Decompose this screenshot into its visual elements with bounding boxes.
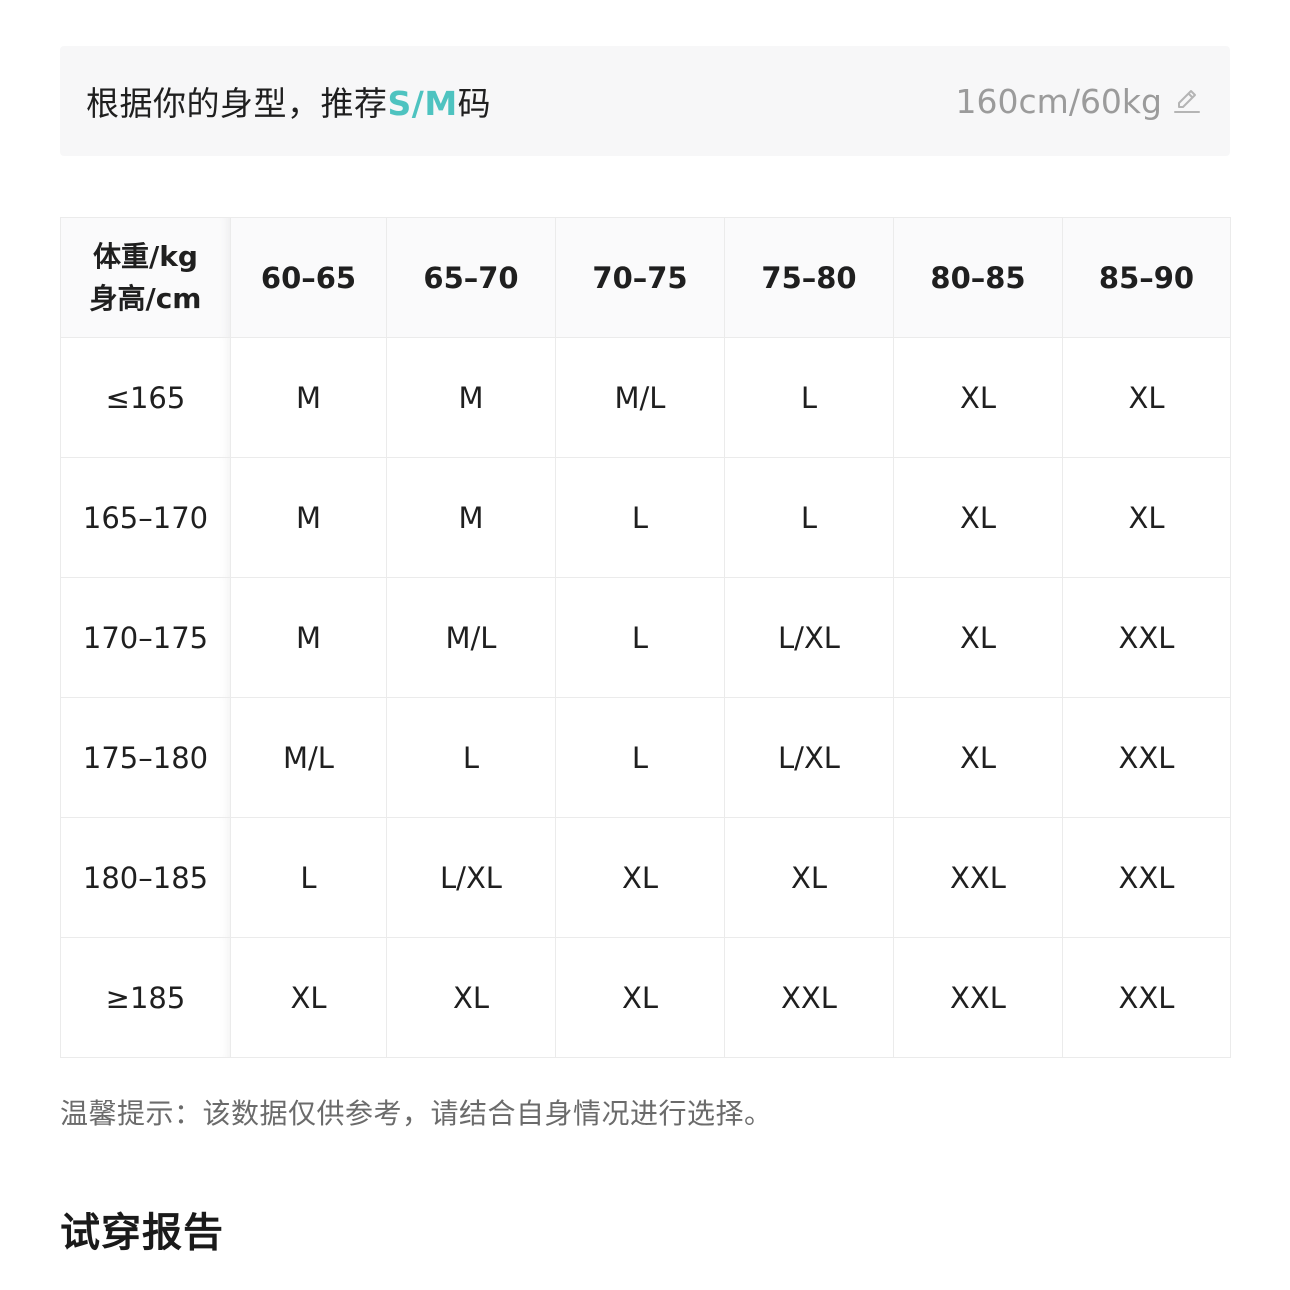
size-cell: XL bbox=[1062, 457, 1231, 578]
table-row: ≤165 M M M/L L XL XL bbox=[60, 337, 1231, 458]
size-cell: XXL bbox=[893, 817, 1063, 938]
size-cell: XL bbox=[555, 937, 725, 1058]
size-chart-table: 体重/kg 身高/cm 60–65 65–70 70–75 75–80 80–8… bbox=[60, 217, 1231, 1058]
weight-header-cell: 65–70 bbox=[386, 217, 556, 338]
size-cell: M/L bbox=[230, 697, 387, 818]
height-label-cell: 170–175 bbox=[60, 577, 231, 698]
size-cell: L bbox=[555, 577, 725, 698]
edit-pencil-icon[interactable] bbox=[1172, 86, 1202, 116]
size-cell: XXL bbox=[724, 937, 894, 1058]
weight-header-cell: 85–90 bbox=[1062, 217, 1231, 338]
size-cell: XXL bbox=[1062, 817, 1231, 938]
recommendation-prefix: 根据你的身型，推荐 bbox=[86, 84, 388, 123]
size-cell: M bbox=[386, 337, 556, 458]
recommendation-text: 根据你的身型，推荐S/M码 bbox=[86, 77, 491, 125]
edit-body-info-button[interactable]: 160cm/60kg bbox=[956, 82, 1202, 121]
size-cell: XL bbox=[230, 937, 387, 1058]
size-cell: L bbox=[724, 457, 894, 578]
size-cell: L bbox=[386, 697, 556, 818]
size-guide-page: 根据你的身型，推荐S/M码 160cm/60kg 体重/kg 身高/cm 60–… bbox=[0, 0, 1290, 1290]
weight-header-cell: 80–85 bbox=[893, 217, 1063, 338]
body-info-value: 160cm/60kg bbox=[955, 81, 1162, 121]
weight-header-cell: 60–65 bbox=[230, 217, 387, 338]
height-label-cell: 175–180 bbox=[60, 697, 231, 818]
recommendation-suffix: 码 bbox=[457, 84, 492, 123]
size-cell: M bbox=[386, 457, 556, 578]
size-cell: XL bbox=[893, 457, 1063, 578]
weight-header-cell: 75–80 bbox=[724, 217, 894, 338]
size-cell: M/L bbox=[555, 337, 725, 458]
height-axis-label: 身高/cm bbox=[89, 281, 202, 315]
table-corner-cell: 体重/kg 身高/cm bbox=[60, 217, 231, 338]
fitting-report-title: 试穿报告 bbox=[60, 1210, 224, 1256]
size-cell: L bbox=[230, 817, 387, 938]
table-row: 175–180 M/L L L L/XL XL XXL bbox=[60, 697, 1231, 818]
size-cell: XL bbox=[555, 817, 725, 938]
height-label-cell: ≥185 bbox=[60, 937, 231, 1058]
size-cell: M bbox=[230, 457, 387, 578]
size-cell: XL bbox=[386, 937, 556, 1058]
size-cell: XXL bbox=[1062, 697, 1231, 818]
size-cell: XXL bbox=[1062, 937, 1231, 1058]
height-label-cell: 165–170 bbox=[60, 457, 231, 578]
size-cell: L bbox=[724, 337, 894, 458]
size-cell: M bbox=[230, 577, 387, 698]
height-label-cell: ≤165 bbox=[60, 337, 231, 458]
size-cell: L bbox=[555, 697, 725, 818]
size-cell: L/XL bbox=[386, 817, 556, 938]
size-cell: XXL bbox=[1062, 577, 1231, 698]
size-cell: M/L bbox=[386, 577, 556, 698]
size-cell: L/XL bbox=[724, 577, 894, 698]
table-row: 180–185 L L/XL XL XL XXL XXL bbox=[60, 817, 1231, 938]
weight-header-cell: 70–75 bbox=[555, 217, 725, 338]
size-cell: XL bbox=[893, 337, 1063, 458]
reference-tip: 温馨提示：该数据仅供参考，请结合自身情况进行选择。 bbox=[60, 1097, 773, 1130]
weight-axis-label: 体重/kg bbox=[93, 239, 198, 273]
size-cell: L bbox=[555, 457, 725, 578]
size-cell: XL bbox=[724, 817, 894, 938]
size-cell: XL bbox=[893, 577, 1063, 698]
recommended-size: S/M bbox=[387, 84, 458, 123]
size-cell: M bbox=[230, 337, 387, 458]
size-cell: XXL bbox=[893, 937, 1063, 1058]
height-label-cell: 180–185 bbox=[60, 817, 231, 938]
table-row: ≥185 XL XL XL XXL XXL XXL bbox=[60, 937, 1231, 1058]
table-row: 170–175 M M/L L L/XL XL XXL bbox=[60, 577, 1231, 698]
size-cell: XL bbox=[1062, 337, 1231, 458]
size-cell: L/XL bbox=[724, 697, 894, 818]
table-row: 165–170 M M L L XL XL bbox=[60, 457, 1231, 578]
size-cell: XL bbox=[893, 697, 1063, 818]
size-recommendation-banner: 根据你的身型，推荐S/M码 160cm/60kg bbox=[60, 46, 1230, 156]
table-header-row: 体重/kg 身高/cm 60–65 65–70 70–75 75–80 80–8… bbox=[60, 217, 1231, 338]
